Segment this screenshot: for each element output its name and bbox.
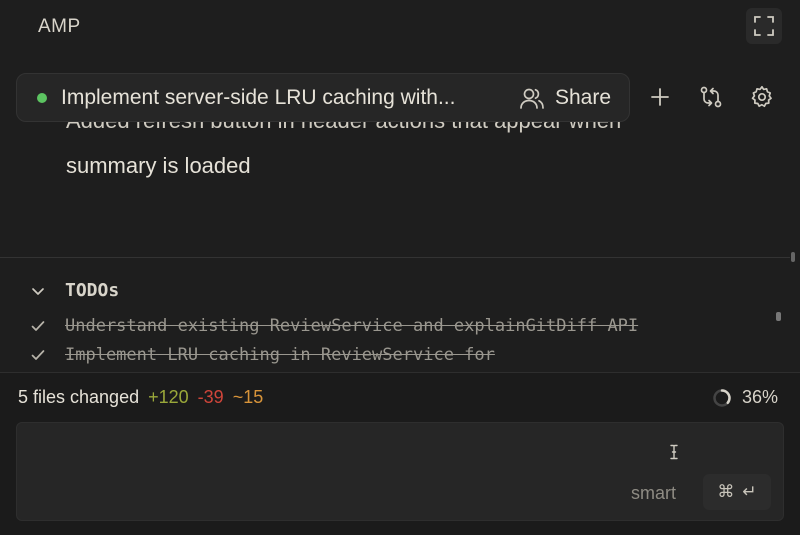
status-dot — [37, 93, 47, 103]
thread-title[interactable]: Implement server-side LRU caching with..… — [61, 86, 511, 110]
todo-item: Understand existing ReviewService and ex… — [30, 314, 770, 340]
todo-list: Understand existing ReviewService and ex… — [0, 312, 790, 370]
command-icon: ⌘ — [717, 482, 735, 501]
plus-icon — [651, 88, 669, 106]
app-title: AMP — [38, 16, 81, 37]
composer-footer: 5 files changed +120 -39 ~15 36% smart ⌘… — [0, 372, 800, 535]
context-usage: 36% — [712, 387, 778, 408]
fullscreen-button[interactable] — [746, 8, 782, 44]
chevron-down-icon — [32, 288, 44, 295]
todo-text: Implement LRU caching in ReviewService f… — [65, 345, 495, 365]
compare-button[interactable] — [696, 82, 726, 112]
git-compare-icon — [700, 86, 722, 108]
gear-icon — [751, 85, 772, 108]
check-icon — [31, 321, 45, 331]
settings-button[interactable] — [747, 82, 777, 112]
submit-button[interactable]: ⌘ ↵ — [703, 474, 771, 510]
lines-modified: ~15 — [232, 387, 264, 407]
progress-ring-icon — [713, 388, 731, 407]
todo-item: Implement LRU caching in ReviewService f… — [30, 343, 770, 369]
text-cursor-icon — [670, 444, 678, 460]
thread-header: Implement server-side LRU caching with..… — [16, 73, 630, 122]
message-line: summary is loaded — [66, 153, 251, 178]
diff-summary[interactable]: 5 files changed +120 -39 ~15 — [18, 387, 267, 408]
files-changed-count: 5 files changed — [18, 387, 140, 407]
share-label: Share — [555, 86, 612, 109]
title-bar: AMP — [0, 0, 800, 54]
message-line: Added refresh button in header actions t… — [66, 122, 621, 134]
divider — [0, 257, 790, 258]
progress-value: 36% — [742, 387, 779, 407]
share-button[interactable]: Share — [517, 82, 621, 114]
mode-selector[interactable]: smart — [631, 483, 676, 504]
expand-icon — [754, 16, 774, 36]
todo-scrollbar[interactable] — [776, 312, 781, 321]
scrollbar[interactable] — [791, 252, 795, 262]
lines-removed: -39 — [197, 387, 224, 407]
enter-icon: ↵ — [742, 482, 757, 501]
lines-added: +120 — [148, 387, 189, 407]
new-thread-button[interactable] — [645, 82, 675, 112]
check-icon — [31, 350, 45, 360]
todo-text: Understand existing ReviewService and ex… — [65, 316, 639, 336]
todos-label: TODOs — [65, 280, 120, 301]
message-area: Added refresh button in header actions t… — [0, 122, 790, 258]
message-input[interactable]: smart ⌘ ↵ — [16, 422, 784, 521]
users-icon — [520, 88, 544, 109]
todos-toggle[interactable]: TODOs — [30, 280, 119, 302]
